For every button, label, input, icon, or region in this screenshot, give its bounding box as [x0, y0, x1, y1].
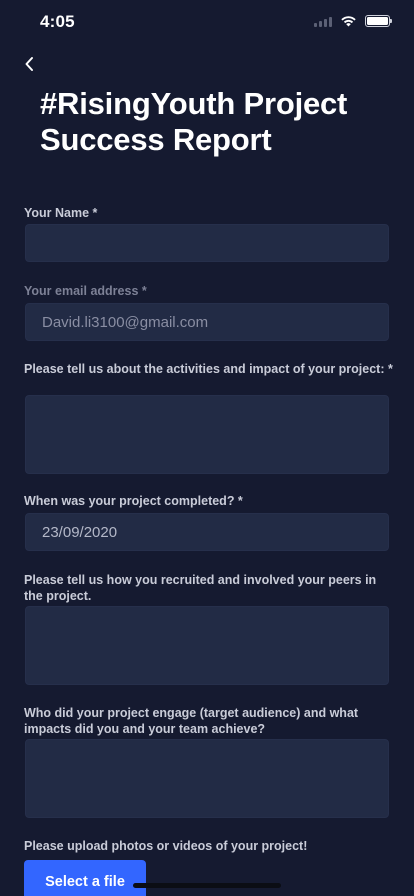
engagement-field[interactable]: [25, 739, 389, 818]
status-icons: [314, 15, 392, 27]
wifi-icon: [341, 16, 356, 27]
upload-label: Please upload photos or videos of your p…: [24, 839, 308, 853]
completed-date-value: 23/09/2020: [42, 523, 118, 541]
email-value: David.li3100@gmail.com: [42, 313, 209, 331]
activities-label: Please tell us about the activities and …: [24, 362, 393, 376]
email-field: David.li3100@gmail.com: [25, 303, 389, 341]
battery-icon: [365, 15, 392, 27]
completed-label: When was your project completed? *: [24, 494, 243, 508]
chevron-left-icon: [25, 57, 33, 71]
select-file-label: Select a file: [45, 874, 125, 890]
status-time: 4:05: [40, 12, 75, 31]
email-label: Your email address *: [24, 284, 147, 298]
home-indicator: [133, 883, 281, 888]
recruitment-field[interactable]: [25, 606, 389, 685]
activities-field[interactable]: [25, 395, 389, 474]
name-label: Your Name *: [24, 206, 98, 220]
recruitment-label: Please tell us how you recruited and inv…: [24, 573, 377, 603]
page-title: #RisingYouth Project Success Report: [40, 86, 348, 157]
completed-date-field[interactable]: 23/09/2020: [25, 513, 389, 551]
name-field[interactable]: [25, 224, 389, 262]
select-file-button[interactable]: Select a file: [24, 860, 146, 896]
engagement-label: Who did your project engage (target audi…: [24, 706, 359, 736]
status-bar: 4:05: [0, 0, 414, 44]
report-screen: 4:05 #RisingYouth Project Success Report…: [0, 0, 414, 896]
cellular-signal-icon: [314, 16, 332, 27]
back-button[interactable]: [18, 52, 40, 76]
